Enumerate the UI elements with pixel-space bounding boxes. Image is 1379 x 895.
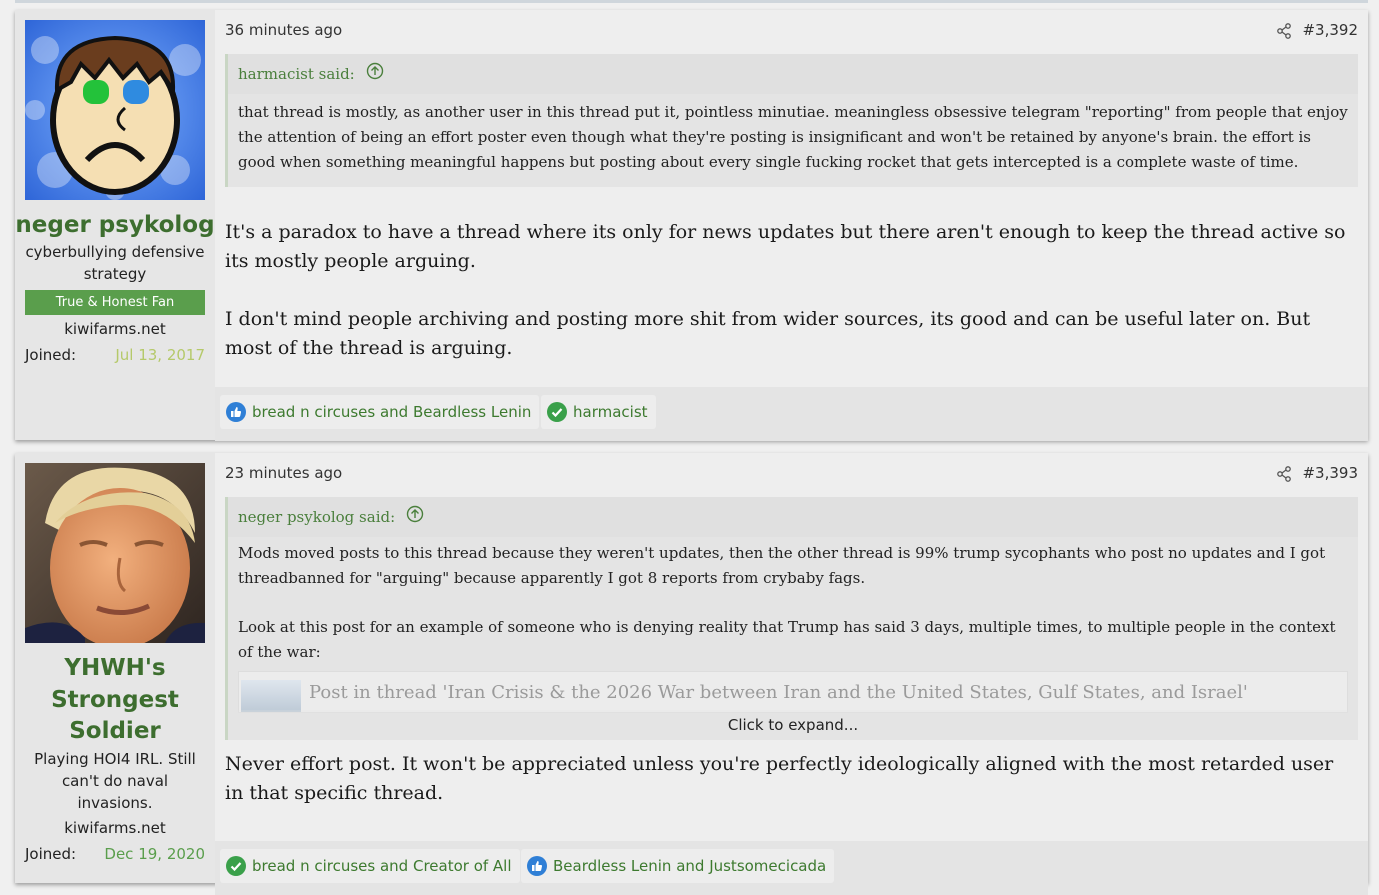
reaction-check[interactable]: bread n circuses and Creator of All [220,849,520,883]
post-number[interactable]: #3,392 [1302,21,1358,39]
click-to-expand[interactable]: Click to expand... [228,710,1358,740]
avatar[interactable] [25,20,205,200]
joined-date: Dec 19, 2020 [104,845,205,863]
checkmark-icon [547,401,567,422]
reaction-users[interactable]: harmacist [573,403,648,421]
post-number[interactable]: #3,393 [1302,464,1358,482]
reactions-bar: bread n circuses and Beardless Lenin har… [215,387,1368,441]
reaction-users[interactable]: bread n circuses and Creator of All [252,857,512,875]
top-divider [15,0,1368,3]
quote-text: that thread is mostly, as another user i… [238,103,1348,171]
quote-block: harmacist said: that thread is mostly, a… [225,54,1358,187]
post-time[interactable]: 36 minutes ago [225,21,342,39]
username[interactable]: YHWH's Strongest Soldier [15,653,215,748]
post-paragraph: It's a paradox to have a thread where it… [225,221,1346,272]
reaction-users[interactable]: bread n circuses and Beardless Lenin [252,403,531,421]
quote-header[interactable]: harmacist said: [228,54,1358,94]
reaction-check[interactable]: harmacist [541,395,656,429]
user-site: kiwifarms.net [64,819,166,837]
user-title: Playing HOI4 IRL. Still can't do naval i… [34,750,196,812]
sad-face-avatar-icon [25,20,205,200]
share-icon[interactable] [1276,466,1292,486]
user-sidebar: neger psykolog cyberbullying defensive s… [15,10,215,440]
reactions-bar: bread n circuses and Creator of All Bear… [215,841,1368,895]
quote-author[interactable]: neger psykolog said: [238,508,395,526]
post-3393: YHWH's Strongest Soldier Playing HOI4 IR… [15,453,1368,895]
post-paragraph: Never effort post. It won't be appreciat… [225,753,1334,804]
avatar[interactable] [25,463,205,643]
user-title: cyberbullying defensive strategy [25,243,205,283]
share-icon[interactable] [1276,23,1292,43]
checkmark-icon [226,855,246,876]
post-main: 36 minutes ago #3,392 harmacist said: th… [215,10,1368,441]
post-time[interactable]: 23 minutes ago [225,464,342,482]
quote-header[interactable]: neger psykolog said: [228,497,1358,537]
quote-paragraph: Look at this post for an example of some… [238,618,1336,661]
user-banner: True & Honest Fan [25,290,205,315]
quote-text: Mods moved posts to this thread because … [228,537,1358,725]
thumbs-up-icon [527,855,547,876]
reaction-like[interactable]: bread n circuses and Beardless Lenin [220,395,540,429]
reaction-users[interactable]: Beardless Lenin and Justsomecicada [553,857,826,875]
portrait-avatar-icon [25,463,205,643]
username[interactable]: neger psykolog [15,210,215,240]
user-sidebar: YHWH's Strongest Soldier Playing HOI4 IR… [15,453,215,883]
thumbs-up-icon [226,401,246,422]
reaction-like[interactable]: Beardless Lenin and Justsomecicada [521,849,835,883]
quote-block: neger psykolog said: Mods moved posts to… [225,497,1358,740]
quote-paragraph: Mods moved posts to this thread because … [238,544,1326,587]
embedded-post[interactable]: Post in thread 'Iran Crisis & the 2026 W… [238,671,1348,713]
post-main: 23 minutes ago #3,393 neger psykolog sai… [215,453,1368,895]
post-paragraph: I don't mind people archiving and postin… [225,308,1311,359]
quote-author[interactable]: harmacist said: [238,65,355,83]
joined-label: Joined: [25,845,77,863]
jump-to-quote-icon[interactable] [406,498,424,538]
joined-label: Joined: [25,346,77,364]
embed-title[interactable]: Post in thread 'Iran Crisis & the 2026 W… [309,680,1248,705]
user-site: kiwifarms.net [64,320,166,338]
jump-to-quote-icon[interactable] [366,55,384,95]
post-body: It's a paradox to have a thread where it… [225,218,1354,392]
post-body: Never effort post. It won't be appreciat… [225,750,1354,837]
post-3392: neger psykolog cyberbullying defensive s… [15,10,1368,441]
embed-thumbnail [241,680,301,712]
joined-date: Jul 13, 2017 [115,346,205,364]
